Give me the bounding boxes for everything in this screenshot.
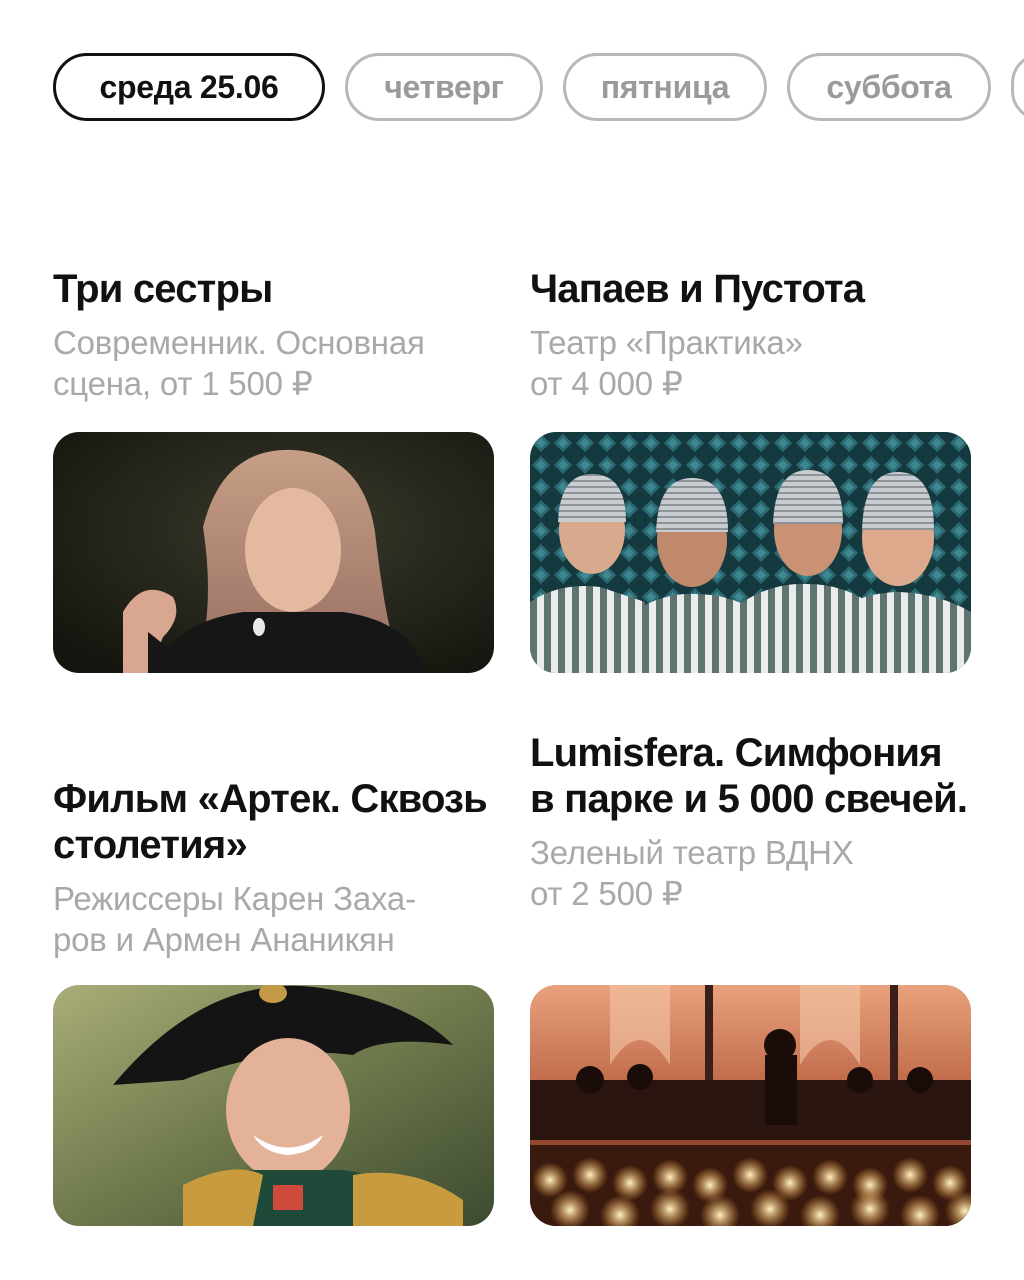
event-title-line: Фильм «Артек. bbox=[53, 777, 341, 821]
day-chip-thursday[interactable]: четверг bbox=[345, 53, 543, 121]
event-title: Фильм «Артек. Сквозь столетия» bbox=[53, 776, 494, 868]
day-chip-friday[interactable]: пятница bbox=[563, 53, 767, 121]
event-title: Lumisfera. Симфония в парке и 5 000 свеч… bbox=[530, 730, 971, 822]
event-image-four-actors[interactable] bbox=[530, 432, 971, 673]
event-card-tri-sestry[interactable]: Три сестры Современник. Основная сцена, … bbox=[53, 266, 494, 404]
event-venue-line: от 2 500 ₽ bbox=[530, 875, 683, 912]
events-page: среда 25.06 четверг пятница суббота Три … bbox=[0, 0, 1024, 1280]
event-image-candlelit-orchestra[interactable] bbox=[530, 985, 971, 1226]
event-venue-line: от 4 000 ₽ bbox=[530, 365, 683, 402]
event-title-line: Чапаев и Пустота bbox=[530, 267, 865, 311]
event-venue-line: Театр «Практика» bbox=[530, 324, 803, 361]
event-card-lumisfera[interactable]: Lumisfera. Симфония в парке и 5 000 свеч… bbox=[530, 730, 971, 914]
event-image-actress-portrait[interactable] bbox=[53, 432, 494, 673]
event-venue: Зеленый театр ВДНХ от 2 500 ₽ bbox=[530, 832, 971, 914]
event-title-line: Lumisfera. bbox=[530, 731, 725, 775]
day-selector: среда 25.06 четверг пятница суббота bbox=[53, 53, 1024, 121]
event-card-artek-film[interactable]: Фильм «Артек. Сквозь столетия» Режиссеры… bbox=[53, 776, 494, 960]
event-venue: Театр «Практика» от 4 000 ₽ bbox=[530, 322, 971, 404]
event-card-chapaev[interactable]: Чапаев и Пустота Театр «Практика» от 4 0… bbox=[530, 266, 971, 404]
day-chip-saturday[interactable]: суббота bbox=[787, 53, 991, 121]
event-venue: Режиссеры Карен Заха- ров и Армен Ананик… bbox=[53, 878, 494, 960]
event-title: Чапаев и Пустота bbox=[530, 266, 971, 312]
day-chip-next-partial[interactable] bbox=[1011, 53, 1024, 121]
event-venue-line: Современник. Основная bbox=[53, 324, 425, 361]
day-chip-wednesday[interactable]: среда 25.06 bbox=[53, 53, 325, 121]
event-venue-line: Зеленый театр ВДНХ bbox=[530, 834, 854, 871]
event-title-line: Три сестры bbox=[53, 267, 273, 311]
event-venue-line: Режиссеры Карен Заха- bbox=[53, 880, 416, 917]
event-image-napoleon-character[interactable] bbox=[53, 985, 494, 1226]
event-title-line: и 5 000 свечей. bbox=[683, 777, 968, 821]
event-venue-line: ров и Армен Ананикян bbox=[53, 921, 395, 958]
event-venue-line: сцена, от 1 500 ₽ bbox=[53, 365, 313, 402]
event-venue: Современник. Основная сцена, от 1 500 ₽ bbox=[53, 322, 494, 404]
event-title: Три сестры bbox=[53, 266, 494, 312]
